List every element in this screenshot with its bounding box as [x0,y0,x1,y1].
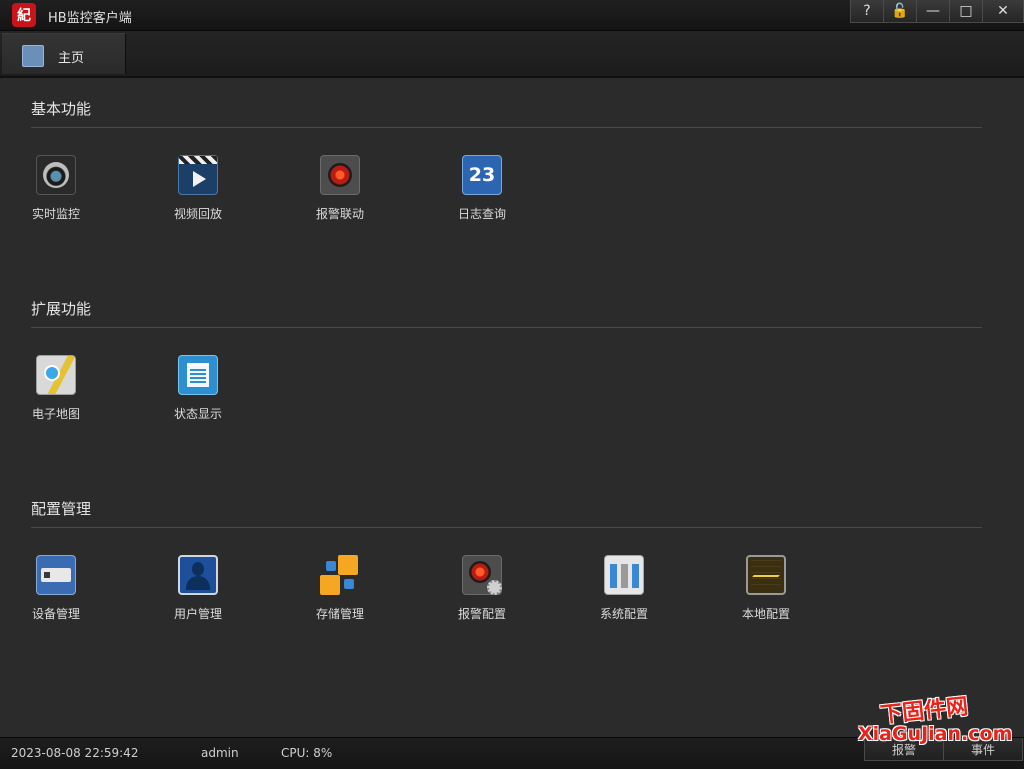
tab-home-label: 主页 [58,51,85,66]
section-title: 基本功能 [31,100,92,118]
home-icon [22,45,44,67]
item-label: 存储管理 [316,607,365,621]
item-device-management[interactable]: 设备管理 [31,555,131,635]
item-log-query[interactable]: 23 日志查询 [457,155,557,235]
user-icon [178,555,218,595]
help-button[interactable]: ? [850,0,884,23]
item-label: 实时监控 [32,207,81,221]
section-divider [31,527,982,528]
camera-icon [36,155,76,195]
item-user-management[interactable]: 用户管理 [173,555,273,635]
window-title: HB监控客户端 [48,11,132,26]
section-title: 扩展功能 [31,300,92,318]
tab-home[interactable]: 主页 [2,33,126,74]
item-local-config[interactable]: 本地配置 [741,555,841,635]
app-window: 紀 HB监控客户端 ? 🔓 — □ ✕ 主页 基本功能 实时监控 视频回放 报警… [0,0,1024,769]
item-label: 电子地图 [32,407,81,421]
alarm-icon [320,155,360,195]
section-divider [31,127,982,128]
item-label: 日志查询 [458,207,507,221]
window-controls: ? 🔓 — □ ✕ [850,0,1024,24]
status-datetime: 2023-08-08 22:59:42 [11,746,139,760]
video-playback-icon [178,155,218,195]
main-content: 基本功能 实时监控 视频回放 报警联动 23 日志查询 扩展功能 电子地图 状态… [0,78,1024,736]
item-alarm-config[interactable]: 报警配置 [457,555,557,635]
map-icon [36,355,76,395]
section-extended-functions: 扩展功能 [31,298,982,328]
status-cpu: CPU: 8% [281,746,333,760]
item-label: 本地配置 [742,607,791,621]
item-video-playback[interactable]: 视频回放 [173,155,273,235]
item-system-config[interactable]: 系统配置 [599,555,699,635]
alarm-config-icon [462,555,502,595]
app-logo-icon: 紀 [12,3,36,27]
status-user: admin [201,746,239,760]
local-config-icon [746,555,786,595]
status-bar: 2023-08-08 22:59:42 admin CPU: 8% 报警 事件 [0,737,1024,769]
lock-button[interactable]: 🔓 [883,0,917,23]
item-label: 状态显示 [174,407,223,421]
item-label: 报警配置 [458,607,507,621]
section-divider [31,327,982,328]
item-label: 设备管理 [32,607,81,621]
item-alarm-linkage[interactable]: 报警联动 [315,155,415,235]
section-config-management: 配置管理 [31,498,982,528]
section-title: 配置管理 [31,500,92,518]
event-button[interactable]: 事件 [943,738,1023,761]
tab-bar: 主页 [0,31,1024,78]
system-config-icon [604,555,644,595]
item-label: 视频回放 [174,207,223,221]
section-basic-functions: 基本功能 [31,98,982,128]
calendar-icon: 23 [462,155,502,195]
status-icon [178,355,218,395]
item-storage-management[interactable]: 存储管理 [315,555,415,635]
alarm-button[interactable]: 报警 [864,738,944,761]
device-icon [36,555,76,595]
close-button[interactable]: ✕ [982,0,1024,23]
item-label: 报警联动 [316,207,365,221]
item-label: 系统配置 [600,607,649,621]
item-e-map[interactable]: 电子地图 [31,355,131,435]
item-live-monitor[interactable]: 实时监控 [31,155,131,235]
minimize-button[interactable]: — [916,0,950,23]
storage-icon [320,555,360,595]
title-bar: 紀 HB监控客户端 ? 🔓 — □ ✕ [0,0,1024,31]
item-label: 用户管理 [174,607,223,621]
item-status-display[interactable]: 状态显示 [173,355,273,435]
maximize-button[interactable]: □ [949,0,983,23]
